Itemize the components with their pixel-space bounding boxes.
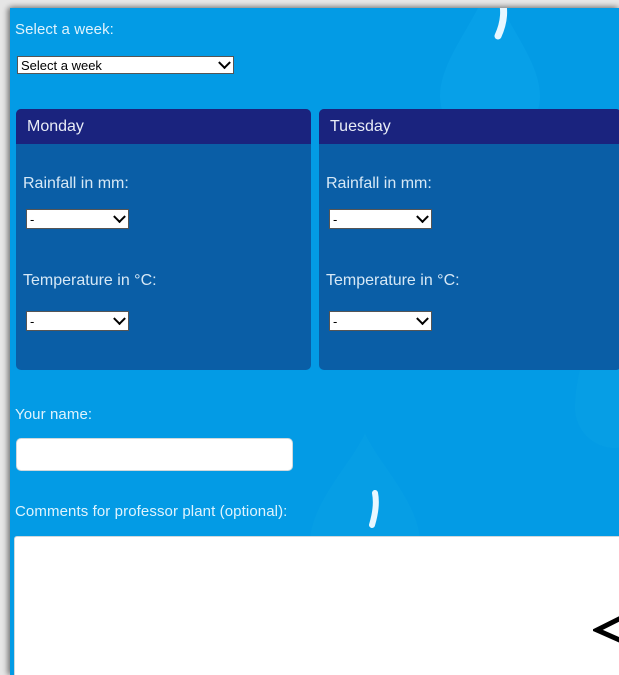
rainfall-label: Rainfall in mm: — [23, 175, 129, 192]
chevron-down-icon — [113, 312, 126, 326]
day-card-title: Tuesday — [319, 109, 619, 144]
chevron-down-icon — [416, 312, 429, 326]
raindrop-icon — [310, 433, 420, 543]
comments-label: Comments for professor plant (optional): — [15, 503, 288, 520]
temperature-label: Temperature in °C: — [326, 272, 460, 289]
chevron-down-icon — [218, 56, 231, 70]
temperature-select[interactable]: - — [329, 311, 432, 331]
day-card-tuesday: Tuesday Rainfall in mm: - Temperature in… — [319, 109, 619, 370]
comments-textarea[interactable] — [14, 536, 619, 675]
temperature-select-value: - — [333, 313, 338, 329]
chevron-down-icon — [416, 210, 429, 224]
temperature-select[interactable]: - — [26, 311, 129, 331]
day-card-monday: Monday Rainfall in mm: - Temperature in … — [16, 109, 311, 370]
chevron-down-icon — [113, 210, 126, 224]
temperature-label: Temperature in °C: — [23, 272, 157, 289]
browser-viewport: Select a week: Select a week Monday Rain… — [0, 0, 619, 675]
temperature-select-value: - — [30, 313, 35, 329]
week-label: Select a week: — [15, 21, 114, 38]
day-card-title: Monday — [16, 109, 311, 144]
less-than-icon — [593, 616, 619, 643]
rainfall-select-value: - — [30, 211, 35, 227]
rainfall-select-value: - — [333, 211, 338, 227]
rainfall-select[interactable]: - — [26, 209, 129, 229]
week-select-value: Select a week — [21, 57, 102, 73]
form-panel: Select a week: Select a week Monday Rain… — [10, 8, 619, 675]
name-label: Your name: — [15, 406, 93, 423]
name-input[interactable] — [16, 438, 293, 471]
rainfall-label: Rainfall in mm: — [326, 175, 432, 192]
week-select[interactable]: Select a week — [17, 56, 234, 74]
rainfall-select[interactable]: - — [329, 209, 432, 229]
